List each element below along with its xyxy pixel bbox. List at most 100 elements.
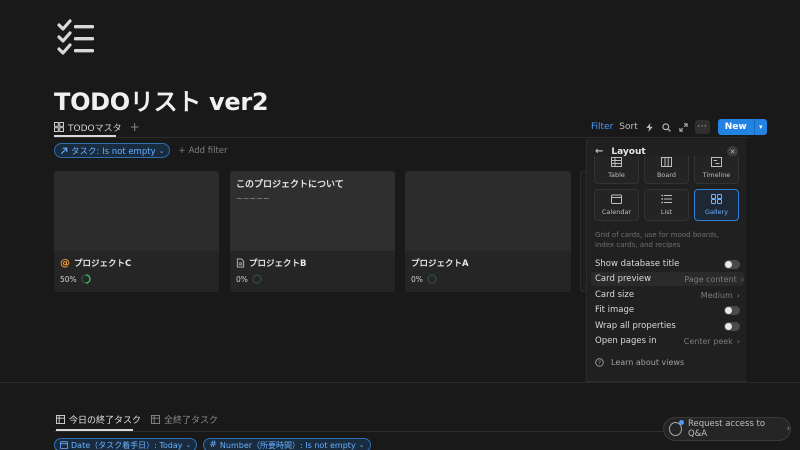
svg-text:?: ? — [598, 361, 601, 367]
panel-title: Layout — [611, 146, 646, 157]
new-button[interactable]: New ▾ — [717, 119, 767, 135]
filter-row: タスク: Is not empty ⌄ + Add filter — [54, 143, 228, 158]
layout-description: Grid of cards, use for mood boards, inde… — [595, 231, 719, 249]
card-progress: 50% — [60, 274, 91, 284]
option-open-pages-in[interactable]: Open pages in Center peek › — [595, 334, 740, 348]
qa-request-button[interactable]: Request access to Q&A › — [663, 417, 791, 441]
table-icon — [56, 415, 65, 424]
qa-icon — [669, 420, 684, 436]
option-fit-image[interactable]: Fit image — [595, 303, 740, 317]
layout-table[interactable]: Table — [594, 156, 639, 184]
lightning-icon[interactable] — [644, 122, 655, 133]
filter-pill-label: Date（タスク着手日）: Today — [71, 440, 183, 450]
tab-label: TODOマスタ — [68, 123, 122, 134]
gallery-card[interactable]: @ プロジェクトC 50% — [54, 171, 219, 292]
sort-button[interactable]: Sort — [619, 122, 637, 132]
search-icon[interactable] — [661, 122, 672, 133]
tab-all-done[interactable]: 全終了タスク — [151, 413, 218, 426]
calendar-icon — [60, 441, 68, 449]
card-title: @ プロジェクトC — [60, 257, 132, 270]
card-progress: 0% — [411, 274, 437, 284]
card-title-text: プロジェクトC — [74, 259, 132, 269]
add-filter-button[interactable]: + Add filter — [178, 146, 227, 156]
tab-today-done[interactable]: 今日の終了タスク — [56, 413, 141, 426]
layout-gallery[interactable]: Gallery — [694, 189, 739, 221]
option-wrap-all-properties[interactable]: Wrap all properties — [595, 319, 740, 333]
preview-text: ~~~~~ — [236, 194, 270, 203]
card-preview — [54, 171, 219, 251]
layout-label: List — [660, 208, 673, 216]
board-icon — [661, 157, 672, 167]
layout-timeline[interactable]: Timeline — [694, 156, 739, 184]
gallery-card[interactable]: プロジェクトA 0% — [405, 171, 571, 292]
card-title-text: プロジェクトA — [411, 259, 469, 269]
option-label: Show database title — [595, 259, 680, 269]
toggle-switch[interactable] — [724, 259, 740, 269]
learn-label: Learn about views — [611, 358, 685, 367]
option-show-database-title[interactable]: Show database title — [595, 257, 740, 271]
option-value: Page content › — [684, 274, 744, 284]
option-value: Center peek › — [683, 336, 740, 346]
gallery-icon — [54, 122, 64, 132]
layout-panel: ← Layout ✕ Table Board Timeline Calendar… — [586, 139, 746, 382]
layout-label: Calendar — [601, 208, 632, 216]
chevron-down-icon[interactable]: ▾ — [753, 119, 767, 135]
checklist-icon[interactable] — [56, 18, 96, 56]
qa-label: Request access to Q&A — [687, 419, 766, 439]
add-filter-label: Add filter — [188, 145, 228, 156]
filter-pill-task[interactable]: タスク: Is not empty ⌄ — [54, 143, 171, 158]
progress-text: 0% — [236, 274, 248, 284]
progress-text: 0% — [411, 274, 423, 284]
card-preview — [405, 171, 571, 251]
filter-button[interactable]: Filter — [591, 122, 613, 132]
plus-icon: + — [178, 145, 186, 156]
filter-pill-label: Number（所要時間）: Is not empty — [219, 440, 356, 450]
layout-calendar[interactable]: Calendar — [594, 189, 639, 221]
chevron-right-icon: › — [736, 336, 740, 346]
card-progress: 0% — [236, 274, 262, 284]
card-title: プロジェクトA — [411, 257, 469, 269]
layout-board[interactable]: Board — [644, 156, 689, 184]
chevron-down-icon: ⌄ — [185, 441, 192, 449]
progress-ring — [427, 274, 437, 284]
chevron-right-icon: › — [786, 424, 790, 434]
page-icon — [236, 258, 245, 268]
option-label: Card preview — [595, 274, 652, 284]
chevron-down-icon: ⌄ — [358, 441, 365, 449]
filter-pill-number[interactable]: # Number（所要時間）: Is not empty ⌄ — [203, 438, 371, 450]
layout-label: Timeline — [702, 171, 731, 179]
at-icon: @ — [60, 257, 70, 269]
hash-icon: # — [209, 440, 217, 450]
option-card-size[interactable]: Card size Medium › — [595, 288, 740, 302]
progress-ring — [80, 274, 91, 284]
expand-icon[interactable] — [678, 122, 689, 133]
option-card-preview[interactable]: Card preview Page content › — [591, 272, 744, 286]
chevron-down-icon: ⌄ — [158, 146, 165, 155]
toggle-switch[interactable] — [724, 305, 740, 315]
gallery-card[interactable]: このプロジェクトについて ~~~~~ プロジェクトB 0% — [230, 171, 395, 292]
progress-ring — [252, 274, 262, 284]
option-label: Card size — [595, 290, 635, 300]
bottom-view-tabs: 今日の終了タスク 全終了タスク — [56, 413, 218, 426]
divider — [54, 137, 748, 138]
filter-pill-date[interactable]: Date（タスク着手日）: Today ⌄ — [54, 438, 198, 450]
layout-list[interactable]: List — [644, 189, 689, 221]
card-preview: このプロジェクトについて ~~~~~ — [230, 171, 395, 251]
card-title: プロジェクトB — [236, 257, 306, 269]
page-title: TODOリスト ver2 — [54, 88, 269, 116]
table-icon — [151, 415, 161, 424]
add-view-button[interactable]: + — [130, 121, 140, 133]
divider — [54, 431, 748, 432]
more-icon[interactable]: ··· — [694, 120, 710, 134]
relation-arrow-icon — [60, 147, 68, 154]
toggle-switch[interactable] — [724, 321, 740, 331]
layout-options: Table Board Timeline Calendar List Galle… — [594, 156, 739, 221]
tab-todo-master[interactable]: TODOマスタ — [54, 117, 122, 137]
help-icon: ? — [595, 358, 604, 367]
learn-about-views-link[interactable]: ? Learn about views — [595, 358, 684, 367]
preview-heading: このプロジェクトについて — [236, 180, 344, 190]
layout-label: Board — [656, 171, 677, 179]
gallery-icon — [711, 194, 722, 204]
database-toolbar: Filter Sort ··· New ▾ — [591, 118, 767, 136]
table-icon — [611, 157, 622, 167]
